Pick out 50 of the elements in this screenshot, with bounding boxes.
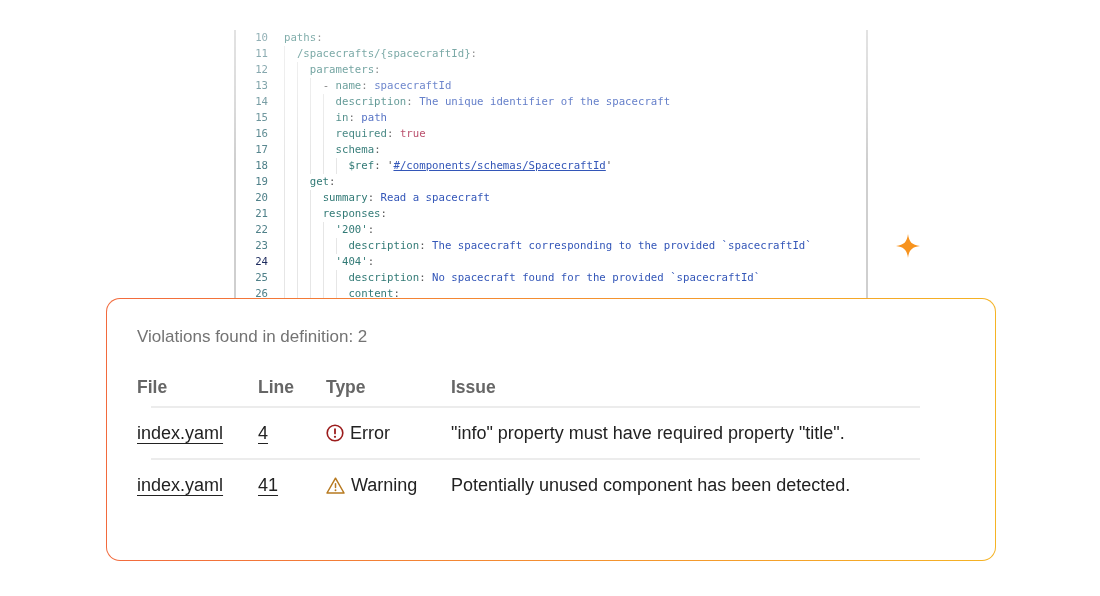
file-link[interactable]: index.yaml [137,422,224,444]
line-link[interactable]: 4 [258,422,268,444]
line-number: 21 [254,206,268,222]
line-number: 25 [254,270,268,286]
line-number: 19 [254,174,268,190]
error-icon [326,424,344,442]
file-link[interactable]: index.yaml [137,474,224,496]
line-number: 18 [254,158,268,174]
column-header: Line [258,377,295,399]
type-label: Warning [351,474,418,496]
code-line: paths: [284,31,323,44]
warning-icon [326,476,345,494]
code-line: /spacecrafts/{spacecraftId}: [296,47,478,60]
violations-title: Violations found in definition: 2 [137,327,369,347]
code-line: schema: [335,143,381,156]
sparkle-icon [896,234,920,258]
line-number: 12 [254,62,268,78]
line-number: 23 [254,238,268,254]
line-number: 13 [254,78,268,94]
code-line: summary: Read a spacecraft [322,191,490,204]
column-header: File [137,377,169,399]
code-line: description: No spacecraft found for the provided `spacecraftId` [348,271,761,284]
type-label: Error [350,422,390,444]
code-line: get: [309,175,336,188]
code-line: $ref: '#/components/schemas/SpacecraftId' [348,159,613,172]
code-line: parameters: [309,63,381,76]
code-line: in: path [335,111,387,124]
line-number: 16 [254,126,268,142]
issue-text: Potentially unused component has been detected. [451,474,851,496]
code-line: content: [348,287,400,298]
code-line: required: true [335,127,426,140]
line-number: 22 [254,222,268,238]
line-number: 15 [254,110,268,126]
line-number: 17 [254,142,268,158]
line-link[interactable]: 41 [258,474,279,496]
column-header: Issue [451,377,497,399]
code-line: '200': [335,223,375,236]
code-line: - name: spacecraftId [322,79,452,92]
line-number: 14 [254,94,268,110]
line-number: 24 [254,254,268,270]
issue-text: "info" property must have required property "title". [451,422,845,444]
code-line: responses: [322,207,387,220]
line-number: 11 [254,46,268,62]
column-header: Type [326,377,367,399]
line-number: 10 [254,30,268,46]
code-line: '404': [335,255,375,268]
line-number: 26 [254,286,268,298]
line-number: 20 [254,190,268,206]
code-line: description: The spacecraft corresponding to the provided `spacecraftId` [348,239,812,252]
code-line: description: The unique identifier of the spacecraft [335,95,671,108]
